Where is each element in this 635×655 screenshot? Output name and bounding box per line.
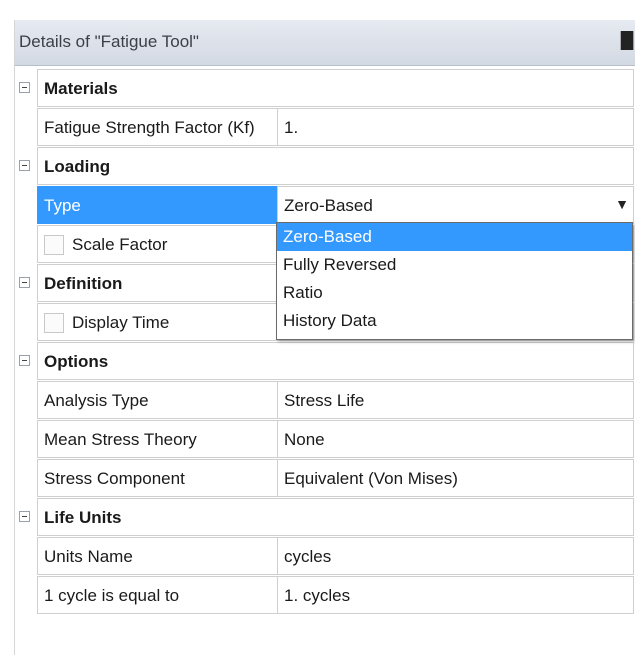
panel-title-bar: Details of "Fatigue Tool" █ xyxy=(15,20,635,66)
collapse-minus-icon[interactable] xyxy=(19,160,30,171)
category-label: Options xyxy=(44,352,109,371)
property-row-type[interactable]: Type Zero-Based ▼ xyxy=(15,186,635,225)
category-row-materials: Materials xyxy=(15,69,635,108)
property-row-analysis-type[interactable]: Analysis Type Stress Life xyxy=(15,381,635,420)
property-row-stress-component[interactable]: Stress Component Equivalent (Von Mises) xyxy=(15,459,635,498)
property-row-units-name[interactable]: Units Name cycles xyxy=(15,537,635,576)
details-grid: Materials Fatigue Strength Factor (Kf) 1… xyxy=(15,69,635,615)
dropdown-option-fully-reversed[interactable]: Fully Reversed xyxy=(277,251,632,279)
property-value[interactable]: None xyxy=(284,430,325,450)
type-select[interactable]: Zero-Based ▼ xyxy=(277,186,634,224)
category-label: Loading xyxy=(44,157,111,176)
property-label: Type xyxy=(44,196,81,215)
category-row-options: Options xyxy=(15,342,635,381)
collapse-minus-icon[interactable] xyxy=(19,355,30,366)
property-value[interactable]: cycles xyxy=(284,547,331,567)
pin-icon[interactable]: █ xyxy=(620,30,634,52)
select-value[interactable]: Zero-Based xyxy=(284,196,373,216)
collapse-minus-icon[interactable] xyxy=(19,511,30,522)
property-label: Mean Stress Theory xyxy=(44,430,197,449)
property-label: Display Time xyxy=(72,313,170,332)
property-value[interactable]: Stress Life xyxy=(284,391,364,411)
property-label: Scale Factor xyxy=(72,235,168,254)
dropdown-arrow-icon[interactable]: ▼ xyxy=(615,196,629,212)
property-row-fatigue-strength-factor[interactable]: Fatigue Strength Factor (Kf) 1. xyxy=(15,108,635,147)
property-label: Analysis Type xyxy=(44,391,149,410)
property-label: Stress Component xyxy=(44,469,185,488)
property-value[interactable]: Equivalent (Von Mises) xyxy=(284,469,458,489)
property-label: Fatigue Strength Factor (Kf) xyxy=(44,118,255,137)
property-value[interactable]: 1. cycles xyxy=(284,586,350,606)
type-dropdown-list: Zero-Based Fully Reversed Ratio History … xyxy=(276,222,633,340)
category-row-life-units: Life Units xyxy=(15,498,635,537)
property-row-cycle-equal-to[interactable]: 1 cycle is equal to 1. cycles xyxy=(15,576,635,615)
category-label: Definition xyxy=(44,274,123,293)
panel-title: Details of "Fatigue Tool" xyxy=(19,32,199,51)
checkbox-unchecked-icon[interactable] xyxy=(44,313,64,333)
property-label: 1 cycle is equal to xyxy=(44,586,180,605)
dropdown-option-zero-based[interactable]: Zero-Based xyxy=(277,223,632,251)
property-value[interactable]: 1. xyxy=(284,118,298,138)
collapse-minus-icon[interactable] xyxy=(19,277,30,288)
property-row-mean-stress-theory[interactable]: Mean Stress Theory None xyxy=(15,420,635,459)
dropdown-option-ratio[interactable]: Ratio xyxy=(277,279,632,307)
dropdown-option-history-data[interactable]: History Data xyxy=(277,307,632,335)
property-label: Units Name xyxy=(44,547,133,566)
category-label: Life Units xyxy=(44,508,122,527)
checkbox-unchecked-icon[interactable] xyxy=(44,235,64,255)
collapse-minus-icon[interactable] xyxy=(19,82,30,93)
category-label: Materials xyxy=(44,79,118,98)
category-row-loading: Loading xyxy=(15,147,635,186)
